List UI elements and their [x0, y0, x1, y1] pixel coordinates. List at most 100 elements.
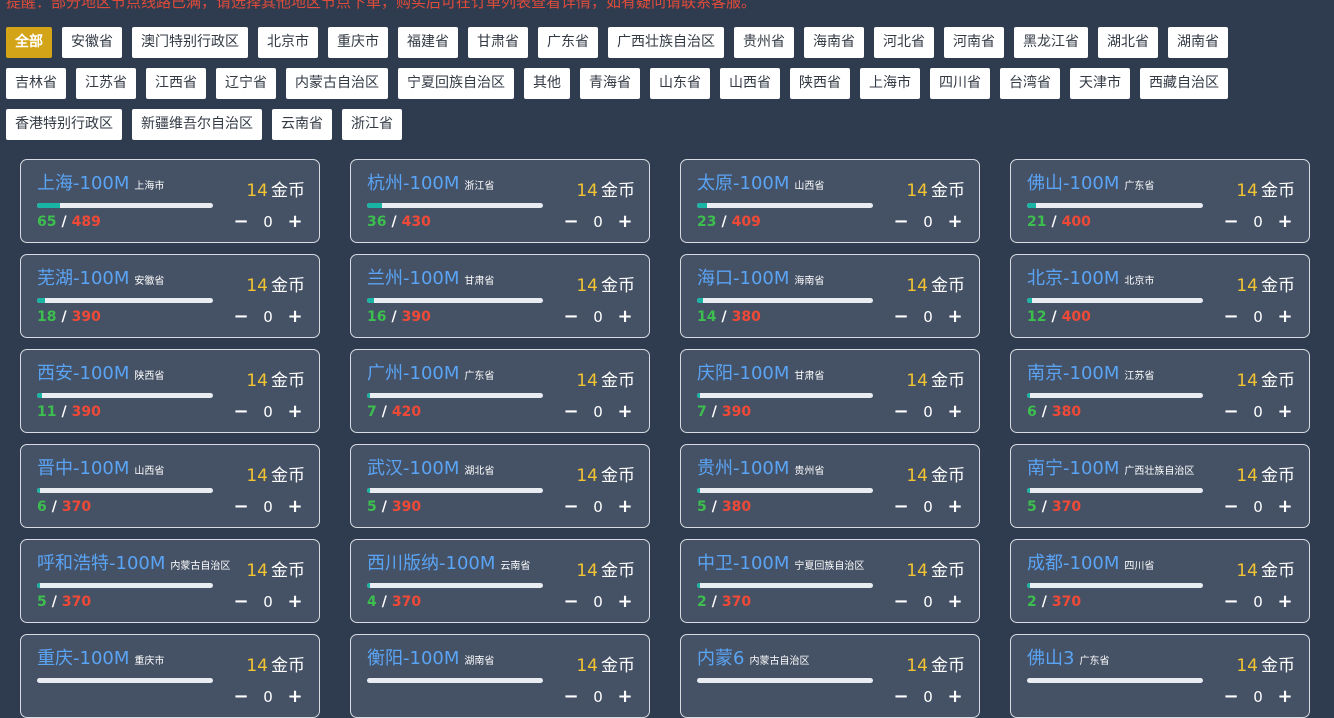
- node-card[interactable]: 贵州-100M 贵州省 14 金币 5/380 − 0 +: [680, 444, 980, 528]
- province-filter-chip[interactable]: 河南省: [944, 27, 1004, 58]
- node-card[interactable]: 佛山-100M 广东省 14 金币 21/400 − 0 +: [1010, 159, 1310, 243]
- plus-icon[interactable]: +: [285, 591, 305, 612]
- province-filter-chip[interactable]: 贵州省: [734, 27, 794, 58]
- node-card[interactable]: 成都-100M 四川省 14 金币 2/370 − 0 +: [1010, 539, 1310, 623]
- minus-icon[interactable]: −: [231, 686, 251, 707]
- province-filter-chip[interactable]: 内蒙古自治区: [286, 68, 388, 99]
- node-card[interactable]: 南京-100M 江苏省 14 金币 6/380 − 0 +: [1010, 349, 1310, 433]
- province-filter-chip[interactable]: 广东省: [538, 27, 598, 58]
- minus-icon[interactable]: −: [561, 686, 581, 707]
- plus-icon[interactable]: +: [1275, 401, 1295, 422]
- minus-icon[interactable]: −: [231, 401, 251, 422]
- province-filter-chip[interactable]: 山东省: [650, 68, 710, 99]
- province-filter-chip[interactable]: 北京市: [258, 27, 318, 58]
- province-filter-chip[interactable]: 江西省: [146, 68, 206, 99]
- province-filter-chip[interactable]: 海南省: [804, 27, 864, 58]
- plus-icon[interactable]: +: [285, 496, 305, 517]
- province-filter-chip[interactable]: 上海市: [860, 68, 920, 99]
- plus-icon[interactable]: +: [1275, 211, 1295, 232]
- plus-icon[interactable]: +: [285, 306, 305, 327]
- plus-icon[interactable]: +: [615, 211, 635, 232]
- plus-icon[interactable]: +: [945, 686, 965, 707]
- minus-icon[interactable]: −: [1221, 211, 1241, 232]
- province-filter-chip[interactable]: 重庆市: [328, 27, 388, 58]
- node-card[interactable]: 武汉-100M 湖北省 14 金币 5/390 − 0 +: [350, 444, 650, 528]
- minus-icon[interactable]: −: [891, 306, 911, 327]
- plus-icon[interactable]: +: [1275, 306, 1295, 327]
- province-filter-chip[interactable]: 天津市: [1070, 68, 1130, 99]
- province-filter-chip[interactable]: 广西壮族自治区: [608, 27, 724, 58]
- minus-icon[interactable]: −: [1221, 496, 1241, 517]
- minus-icon[interactable]: −: [891, 401, 911, 422]
- node-card[interactable]: 杭州-100M 浙江省 14 金币 36/430 − 0 +: [350, 159, 650, 243]
- minus-icon[interactable]: −: [231, 496, 251, 517]
- minus-icon[interactable]: −: [231, 591, 251, 612]
- node-card[interactable]: 芜湖-100M 安徽省 14 金币 18/390 − 0 +: [20, 254, 320, 338]
- province-filter-chip[interactable]: 福建省: [398, 27, 458, 58]
- plus-icon[interactable]: +: [615, 686, 635, 707]
- plus-icon[interactable]: +: [285, 211, 305, 232]
- minus-icon[interactable]: −: [231, 306, 251, 327]
- node-card[interactable]: 北京-100M 北京市 14 金币 12/400 − 0 +: [1010, 254, 1310, 338]
- minus-icon[interactable]: −: [1221, 591, 1241, 612]
- province-filter-chip[interactable]: 香港特别行政区: [6, 109, 122, 140]
- minus-icon[interactable]: −: [561, 496, 581, 517]
- province-filter-chip[interactable]: 西藏自治区: [1140, 68, 1228, 99]
- province-filter-chip[interactable]: 山西省: [720, 68, 780, 99]
- node-card[interactable]: 内蒙6内蒙古自治区 14金币 / − 0 +: [680, 634, 980, 718]
- node-card[interactable]: 兰州-100M 甘肃省 14 金币 16/390 − 0 +: [350, 254, 650, 338]
- node-card[interactable]: 南宁-100M 广西壮族自治区 14 金币 5/370 − 0 +: [1010, 444, 1310, 528]
- plus-icon[interactable]: +: [615, 591, 635, 612]
- minus-icon[interactable]: −: [891, 686, 911, 707]
- plus-icon[interactable]: +: [285, 686, 305, 707]
- plus-icon[interactable]: +: [615, 306, 635, 327]
- province-filter-chip[interactable]: 江苏省: [76, 68, 136, 99]
- province-filter-chip[interactable]: 湖南省: [1168, 27, 1228, 58]
- province-filter-chip[interactable]: 湖北省: [1098, 27, 1158, 58]
- plus-icon[interactable]: +: [1275, 496, 1295, 517]
- node-card[interactable]: 重庆-100M重庆市 14金币 / − 0 +: [20, 634, 320, 718]
- node-card[interactable]: 晋中-100M 山西省 14 金币 6/370 − 0 +: [20, 444, 320, 528]
- plus-icon[interactable]: +: [945, 211, 965, 232]
- node-card[interactable]: 西川版纳-100M 云南省 14 金币 4/370 − 0 +: [350, 539, 650, 623]
- minus-icon[interactable]: −: [891, 496, 911, 517]
- node-card[interactable]: 呼和浩特-100M 内蒙古自治区 14 金币 5/370 − 0 +: [20, 539, 320, 623]
- minus-icon[interactable]: −: [891, 591, 911, 612]
- province-filter-chip[interactable]: 黑龙江省: [1014, 27, 1088, 58]
- province-filter-chip[interactable]: 四川省: [930, 68, 990, 99]
- plus-icon[interactable]: +: [1275, 591, 1295, 612]
- node-card[interactable]: 海口-100M 海南省 14 金币 14/380 − 0 +: [680, 254, 980, 338]
- node-card[interactable]: 佛山3广东省 14金币 / − 0 +: [1010, 634, 1310, 718]
- province-filter-chip[interactable]: 浙江省: [342, 109, 402, 140]
- node-card[interactable]: 太原-100M 山西省 14 金币 23/409 − 0 +: [680, 159, 980, 243]
- node-card[interactable]: 衡阳-100M湖南省 14金币 / − 0 +: [350, 634, 650, 718]
- province-filter-chip[interactable]: 青海省: [580, 68, 640, 99]
- province-filter-chip[interactable]: 宁夏回族自治区: [398, 68, 514, 99]
- minus-icon[interactable]: −: [561, 211, 581, 232]
- minus-icon[interactable]: −: [1221, 686, 1241, 707]
- plus-icon[interactable]: +: [615, 496, 635, 517]
- node-card[interactable]: 上海-100M 上海市 14 金币 65/489 − 0 +: [20, 159, 320, 243]
- minus-icon[interactable]: −: [1221, 401, 1241, 422]
- province-filter-chip[interactable]: 云南省: [272, 109, 332, 140]
- province-filter-chip[interactable]: 甘肃省: [468, 27, 528, 58]
- minus-icon[interactable]: −: [561, 401, 581, 422]
- node-card[interactable]: 西安-100M 陕西省 14 金币 11/390 − 0 +: [20, 349, 320, 433]
- province-filter-chip[interactable]: 台湾省: [1000, 68, 1060, 99]
- plus-icon[interactable]: +: [945, 306, 965, 327]
- province-filter-chip[interactable]: 陕西省: [790, 68, 850, 99]
- plus-icon[interactable]: +: [945, 496, 965, 517]
- node-card[interactable]: 广州-100M 广东省 14 金币 7/420 − 0 +: [350, 349, 650, 433]
- province-filter-chip-all[interactable]: 全部: [6, 27, 52, 58]
- province-filter-chip[interactable]: 其他: [524, 68, 570, 99]
- node-card[interactable]: 中卫-100M 宁夏回族自治区 14 金币 2/370 − 0 +: [680, 539, 980, 623]
- province-filter-chip[interactable]: 澳门特别行政区: [132, 27, 248, 58]
- minus-icon[interactable]: −: [561, 591, 581, 612]
- plus-icon[interactable]: +: [945, 401, 965, 422]
- province-filter-chip[interactable]: 新疆维吾尔自治区: [132, 109, 262, 140]
- plus-icon[interactable]: +: [285, 401, 305, 422]
- plus-icon[interactable]: +: [615, 401, 635, 422]
- province-filter-chip[interactable]: 河北省: [874, 27, 934, 58]
- node-card[interactable]: 庆阳-100M 甘肃省 14 金币 7/390 − 0 +: [680, 349, 980, 433]
- minus-icon[interactable]: −: [891, 211, 911, 232]
